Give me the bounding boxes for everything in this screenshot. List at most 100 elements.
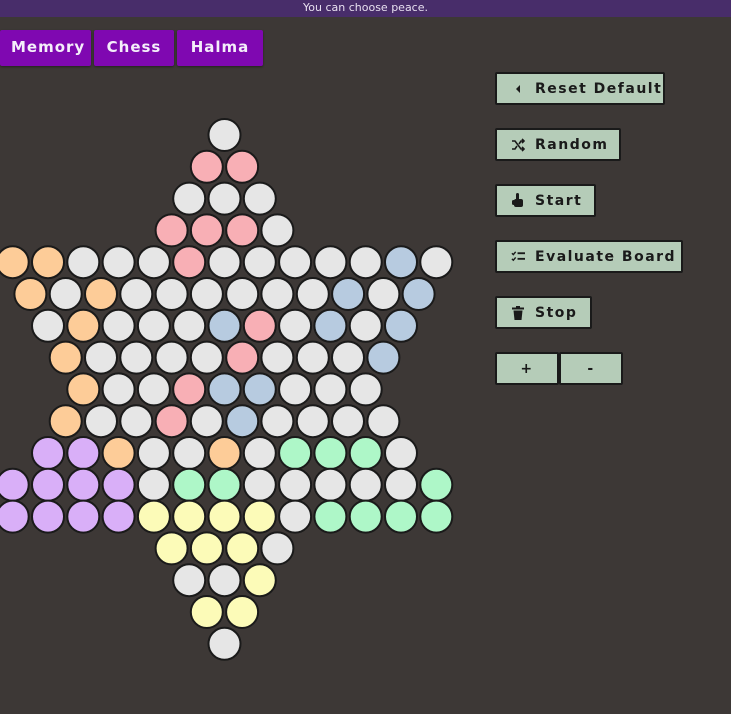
- board-hole[interactable]: [207, 626, 242, 661]
- board-hole[interactable]: [348, 308, 383, 343]
- board-hole[interactable]: [136, 467, 171, 502]
- board-hole[interactable]: [101, 499, 136, 534]
- start-button[interactable]: Start: [495, 184, 596, 217]
- board-hole[interactable]: [313, 467, 348, 502]
- board-hole[interactable]: [172, 499, 207, 534]
- board-hole[interactable]: [66, 245, 101, 280]
- board-hole[interactable]: [260, 404, 295, 439]
- board-hole[interactable]: [189, 340, 224, 375]
- board-hole[interactable]: [242, 436, 277, 470]
- board-hole[interactable]: [242, 181, 277, 216]
- reset-default-button[interactable]: Reset Default: [495, 72, 665, 105]
- board-hole[interactable]: [172, 467, 207, 502]
- board-hole[interactable]: [189, 213, 224, 248]
- board-hole[interactable]: [136, 499, 171, 534]
- board-hole[interactable]: [384, 436, 418, 470]
- board-hole[interactable]: [66, 308, 101, 343]
- board-hole[interactable]: [278, 467, 313, 502]
- board-hole[interactable]: [278, 372, 313, 407]
- board-hole[interactable]: [225, 531, 260, 566]
- board-hole[interactable]: [119, 340, 154, 375]
- board-hole[interactable]: [172, 372, 207, 407]
- board-hole[interactable]: [331, 404, 365, 439]
- board-hole[interactable]: [84, 340, 118, 375]
- board-hole[interactable]: [66, 436, 101, 470]
- evaluate-board-button[interactable]: Evaluate Board: [495, 240, 683, 273]
- board-hole[interactable]: [136, 245, 171, 280]
- zoom-in-button[interactable]: +: [495, 352, 559, 385]
- board-hole[interactable]: [242, 245, 277, 280]
- board-hole[interactable]: [260, 340, 295, 375]
- board-hole[interactable]: [66, 372, 101, 407]
- board-hole[interactable]: [225, 149, 260, 184]
- board-hole[interactable]: [331, 277, 366, 311]
- board-hole[interactable]: [348, 499, 383, 534]
- zoom-out-button[interactable]: -: [559, 352, 623, 385]
- board-hole[interactable]: [172, 245, 207, 280]
- board-hole[interactable]: [348, 436, 383, 470]
- board-hole[interactable]: [366, 404, 401, 439]
- board-hole[interactable]: [207, 467, 242, 502]
- board-hole[interactable]: [313, 372, 348, 407]
- board-hole[interactable]: [225, 340, 260, 375]
- board-hole[interactable]: [189, 277, 224, 311]
- board-hole[interactable]: [66, 467, 101, 502]
- board-hole[interactable]: [207, 372, 242, 407]
- board-hole[interactable]: [48, 340, 83, 375]
- board-hole[interactable]: [313, 245, 348, 280]
- board-hole[interactable]: [84, 277, 118, 311]
- board-hole[interactable]: [31, 308, 65, 343]
- board-hole[interactable]: [384, 499, 418, 534]
- board-hole[interactable]: [136, 372, 171, 407]
- board-hole[interactable]: [295, 404, 330, 439]
- board-hole[interactable]: [348, 467, 383, 502]
- board-hole[interactable]: [331, 340, 365, 375]
- board-hole[interactable]: [154, 277, 189, 311]
- board-hole[interactable]: [66, 499, 101, 534]
- board-hole[interactable]: [278, 308, 313, 343]
- board-hole[interactable]: [172, 308, 207, 343]
- board-hole[interactable]: [101, 308, 136, 343]
- board-hole[interactable]: [225, 595, 260, 629]
- board-hole[interactable]: [48, 404, 83, 439]
- board-hole[interactable]: [207, 181, 242, 216]
- board-hole[interactable]: [0, 467, 30, 502]
- board-hole[interactable]: [348, 372, 383, 407]
- board-hole[interactable]: [189, 531, 224, 566]
- board-hole[interactable]: [278, 436, 313, 470]
- board-hole[interactable]: [119, 277, 154, 311]
- board-hole[interactable]: [31, 499, 65, 534]
- board-hole[interactable]: [295, 277, 330, 311]
- board-hole[interactable]: [242, 308, 277, 343]
- board-hole[interactable]: [101, 467, 136, 502]
- board-hole[interactable]: [119, 404, 154, 439]
- board-hole[interactable]: [0, 499, 30, 534]
- board-hole[interactable]: [366, 277, 401, 311]
- board-hole[interactable]: [101, 436, 136, 470]
- board-hole[interactable]: [225, 404, 260, 439]
- board-hole[interactable]: [401, 277, 436, 311]
- board-hole[interactable]: [260, 277, 295, 311]
- board-hole[interactable]: [154, 213, 189, 248]
- board-hole[interactable]: [225, 213, 260, 248]
- board-hole[interactable]: [31, 436, 65, 470]
- board-hole[interactable]: [189, 404, 224, 439]
- board-hole[interactable]: [172, 563, 207, 598]
- board-hole[interactable]: [207, 436, 242, 470]
- board-hole[interactable]: [313, 308, 348, 343]
- board-hole[interactable]: [384, 245, 418, 280]
- board-hole[interactable]: [154, 404, 189, 439]
- board-hole[interactable]: [189, 149, 224, 184]
- board-hole[interactable]: [154, 531, 189, 566]
- board-hole[interactable]: [260, 213, 295, 248]
- board-hole[interactable]: [154, 340, 189, 375]
- board-hole[interactable]: [384, 308, 418, 343]
- board-hole[interactable]: [101, 245, 136, 280]
- board-hole[interactable]: [242, 372, 277, 407]
- board-hole[interactable]: [136, 436, 171, 470]
- board-hole[interactable]: [419, 245, 454, 280]
- board-hole[interactable]: [172, 436, 207, 470]
- board-hole[interactable]: [313, 499, 348, 534]
- board-hole[interactable]: [419, 467, 454, 502]
- board-hole[interactable]: [207, 308, 242, 343]
